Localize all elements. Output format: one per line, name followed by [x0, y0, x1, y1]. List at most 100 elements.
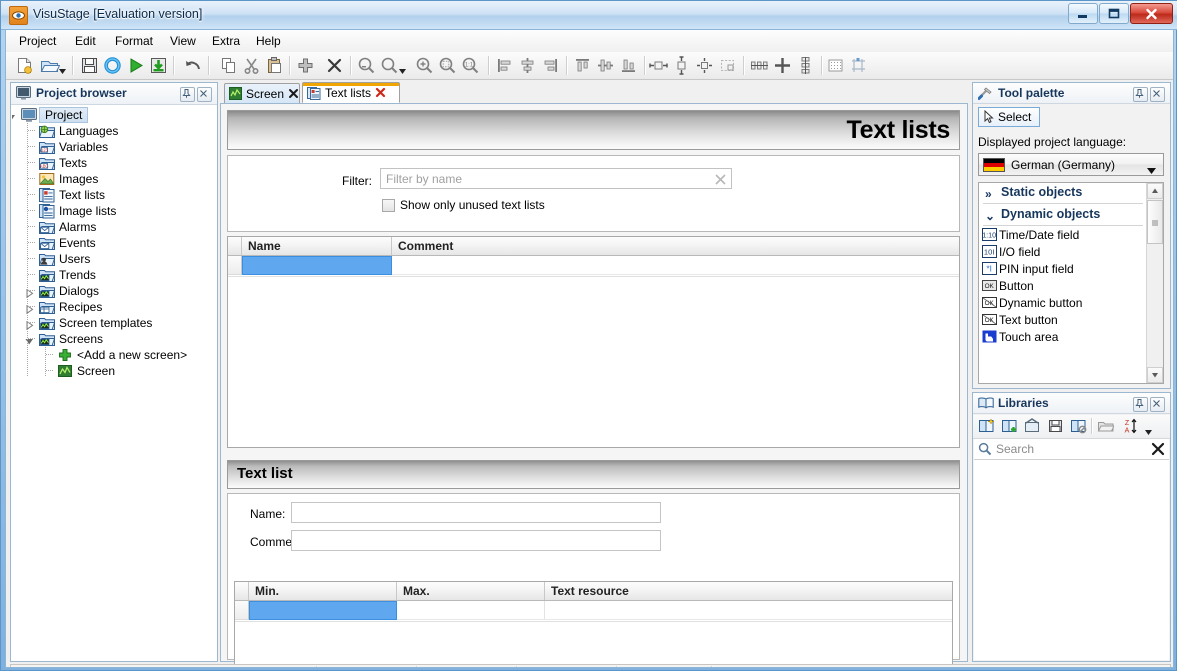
paste-icon[interactable] [264, 55, 285, 76]
same-size-icon[interactable] [694, 55, 715, 76]
align-bottom-icon[interactable] [618, 55, 639, 76]
filter-input[interactable]: Filter by name [380, 168, 732, 189]
undo-icon[interactable] [183, 55, 204, 76]
range-grid[interactable]: Min. Max. Text resource [234, 581, 953, 667]
pin-icon[interactable] [180, 87, 195, 102]
horizontal-splitter[interactable] [227, 452, 960, 465]
cell-comment[interactable] [392, 256, 959, 275]
object-pin-input-field[interactable]: *I PIN input field [979, 262, 1147, 278]
align-top-icon[interactable] [572, 55, 593, 76]
add-icon[interactable] [295, 55, 316, 76]
group-dynamic-objects[interactable]: ⌄ Dynamic objects [979, 205, 1147, 226]
show-unused-checkbox[interactable] [382, 199, 395, 212]
table-row[interactable] [235, 601, 952, 621]
center-in-screen-icon[interactable] [772, 55, 793, 76]
project-tree[interactable]: Project Languages 123 Variables ABC Texts Imag… [12, 105, 216, 660]
cut-icon[interactable] [241, 55, 262, 76]
add-library-icon[interactable] [1001, 418, 1020, 436]
row-handle[interactable] [228, 256, 242, 275]
scroll-down-arrow-icon[interactable] [1147, 367, 1163, 383]
menu-help[interactable]: Help [249, 33, 288, 49]
object-dynamic-button[interactable]: OK Dynamic button [979, 296, 1147, 312]
menu-extra[interactable]: Extra [205, 33, 247, 49]
distribute-vertical-icon[interactable] [795, 55, 816, 76]
clear-filter-icon[interactable] [713, 172, 728, 187]
text-lists-grid[interactable]: Name Comment [227, 236, 960, 448]
open-project-icon[interactable] [39, 55, 61, 76]
close-tab-icon[interactable] [375, 87, 386, 98]
comment-field[interactable] [291, 530, 661, 551]
scroll-up-arrow-icon[interactable] [1147, 183, 1163, 199]
cell-min[interactable] [249, 601, 397, 620]
menu-edit[interactable]: Edit [68, 33, 103, 49]
libraries-content[interactable] [974, 460, 1169, 660]
open-folder-icon[interactable] [1097, 418, 1116, 436]
compile-icon[interactable] [102, 55, 123, 76]
language-combo[interactable]: German (Germany) [978, 153, 1164, 176]
zoom-in-icon[interactable] [414, 55, 435, 76]
close-button[interactable] [1130, 3, 1173, 24]
save-library-icon[interactable] [1047, 418, 1066, 436]
zoom-region-icon[interactable] [356, 55, 377, 76]
fit-to-content-icon[interactable] [717, 55, 738, 76]
align-middle-icon[interactable] [595, 55, 616, 76]
column-header-text[interactable]: Text [531, 667, 959, 668]
download-icon[interactable] [148, 55, 169, 76]
zoom-level-icon[interactable] [379, 55, 400, 76]
column-header-name[interactable]: Name [242, 237, 392, 255]
copy-icon[interactable] [218, 55, 239, 76]
library-search-input[interactable]: Search [974, 439, 1169, 460]
same-height-icon[interactable] [671, 55, 692, 76]
object-io-field[interactable]: 10I I/O field [979, 245, 1147, 261]
sort-za-icon[interactable]: Z A [1123, 418, 1142, 436]
align-right-icon[interactable] [540, 55, 561, 76]
column-header-text-resource[interactable]: Text resource [545, 582, 952, 600]
pin-icon[interactable] [1133, 87, 1148, 102]
tab-screen[interactable]: Screen [224, 83, 300, 103]
tab-text-lists[interactable]: Text lists [302, 82, 400, 103]
column-header-language[interactable]: Language [228, 667, 531, 668]
menu-view[interactable]: View [163, 33, 203, 49]
snap-to-grid-icon[interactable] [848, 55, 869, 76]
column-header-max[interactable]: Max. [397, 582, 545, 600]
new-project-icon[interactable] [14, 55, 35, 76]
expander-expanded-icon[interactable] [12, 111, 16, 120]
menu-project[interactable]: Project [12, 33, 63, 49]
select-tool-button[interactable]: Select [978, 107, 1040, 127]
align-center-horizontal-icon[interactable] [517, 55, 538, 76]
chevron-down-icon[interactable] [1147, 163, 1156, 177]
column-header-comment[interactable]: Comment [392, 237, 959, 255]
zoom-fit-icon[interactable] [437, 55, 458, 76]
zoom-level-dropdown-arrow-icon[interactable] [399, 63, 406, 74]
objects-list[interactable]: » Static objects ⌄ Dynamic objects 1:10 [978, 182, 1164, 384]
run-icon[interactable] [125, 55, 146, 76]
object-button[interactable]: OK Button [979, 279, 1147, 295]
save-icon[interactable] [79, 55, 100, 76]
close-panel-icon[interactable] [1150, 87, 1165, 102]
align-left-icon[interactable] [494, 55, 515, 76]
close-panel-icon[interactable] [197, 87, 212, 102]
show-unused-label[interactable]: Show only unused text lists [400, 198, 545, 212]
table-row[interactable] [228, 256, 959, 276]
group-static-objects[interactable]: » Static objects [979, 183, 1147, 204]
close-tab-icon[interactable] [288, 88, 299, 99]
pin-icon[interactable] [1133, 397, 1148, 412]
import-library-icon[interactable] [1024, 418, 1043, 436]
open-dropdown-arrow-icon[interactable] [59, 63, 66, 74]
cell-text-resource[interactable] [545, 601, 952, 620]
new-library-icon[interactable] [978, 418, 997, 436]
cell-max[interactable] [397, 601, 545, 620]
row-handle[interactable] [235, 601, 249, 620]
minimize-button[interactable] [1068, 3, 1098, 24]
object-time-date-field[interactable]: 1:10 Time/Date field [979, 228, 1147, 244]
same-width-icon[interactable] [648, 55, 669, 76]
close-panel-icon[interactable] [1150, 397, 1165, 412]
object-touch-area[interactable]: Touch area [979, 330, 1147, 346]
menu-format[interactable]: Format [108, 33, 160, 49]
zoom-100-icon[interactable]: 1:1 [460, 55, 481, 76]
grid-icon[interactable] [825, 55, 846, 76]
object-text-button[interactable]: OK Text button [979, 313, 1147, 329]
maximize-button[interactable] [1099, 3, 1129, 24]
column-header-min[interactable]: Min. [249, 582, 397, 600]
remove-library-icon[interactable] [1070, 418, 1089, 436]
